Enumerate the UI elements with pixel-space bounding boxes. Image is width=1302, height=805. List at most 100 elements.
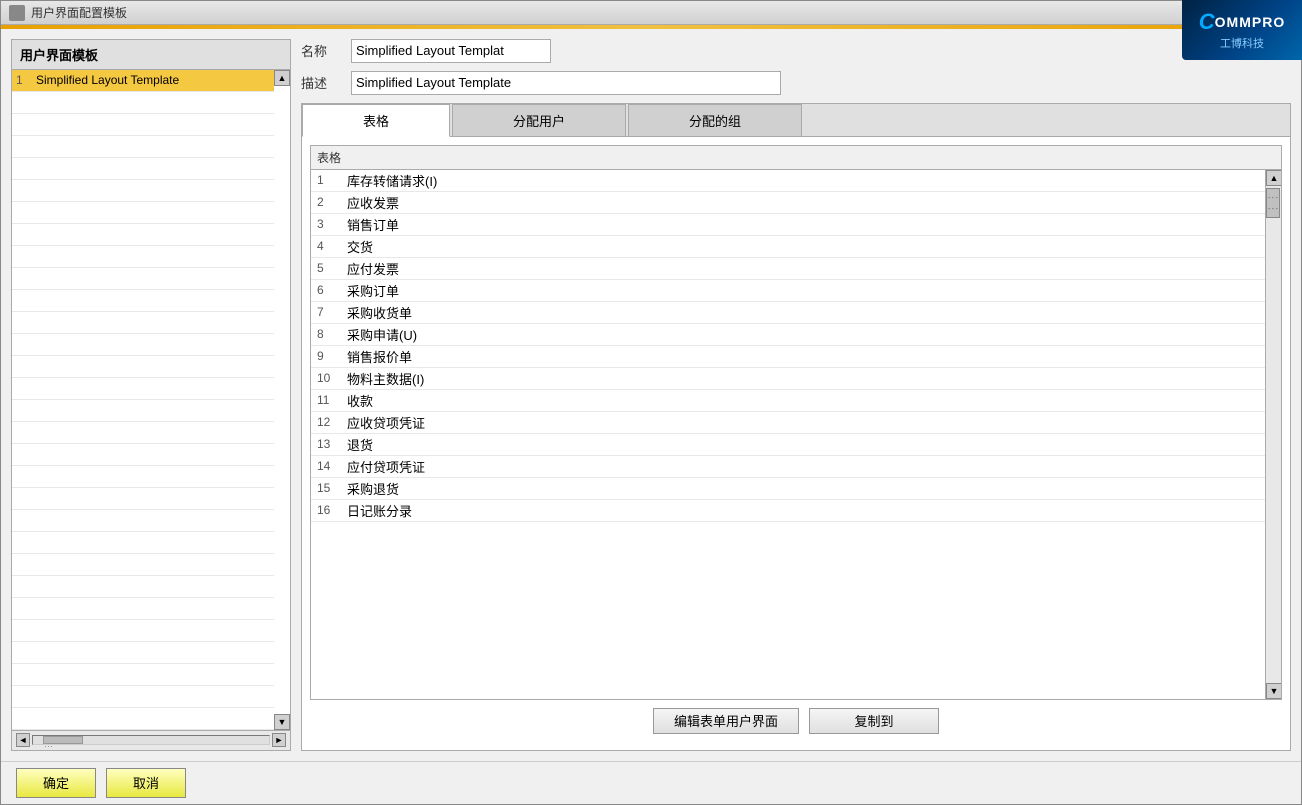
table-scroll-down[interactable]: ▼	[1266, 683, 1281, 699]
list-item[interactable]	[12, 510, 274, 532]
list-item[interactable]	[12, 598, 274, 620]
table-row[interactable]: 9 销售报价单	[311, 346, 1265, 368]
bottom-bar: 确定 取消	[1, 761, 1301, 804]
tab-fenpei-yonghu[interactable]: 分配用户	[452, 104, 626, 136]
table-scroll-track: ⋮⋮	[1266, 186, 1281, 683]
list-item[interactable]	[12, 114, 274, 136]
list-item[interactable]	[12, 444, 274, 466]
tab-bar: 表格 分配用户 分配的组	[302, 104, 1290, 137]
list-item[interactable]	[12, 422, 274, 444]
table-scroll-thumb[interactable]: ⋮⋮	[1266, 188, 1280, 218]
name-row: 名称	[301, 39, 1291, 63]
left-panel: 用户界面模板 ▲ 1 Simplified Layout Template	[11, 39, 291, 751]
logo-sub: 工博科技	[1220, 35, 1264, 51]
confirm-button[interactable]: 确定	[16, 768, 96, 798]
left-scroll-down[interactable]: ▼	[274, 714, 290, 730]
window-title: 用户界面配置模板	[31, 4, 127, 21]
left-panel-content: ▲ 1 Simplified Layout Template	[12, 70, 290, 730]
list-item[interactable]	[12, 334, 274, 356]
left-scroll-left[interactable]: ◄	[16, 733, 30, 747]
table-row[interactable]: 7 采购收货单	[311, 302, 1265, 324]
table-row[interactable]: 15 采购退货	[311, 478, 1265, 500]
table-row[interactable]: 13 退货	[311, 434, 1265, 456]
list-item[interactable]	[12, 708, 274, 730]
scroll-dots: ···	[44, 741, 53, 751]
title-bar-left: 用户界面配置模板	[9, 4, 127, 21]
table-body-container: 1 库存转储请求(I) 2 应收发票 3 销售订单	[311, 170, 1281, 699]
list-item[interactable]	[12, 378, 274, 400]
left-scrollbar-track: ···	[32, 735, 270, 745]
table-row[interactable]: 11 收款	[311, 390, 1265, 412]
table-header-cell: 表格	[317, 149, 341, 166]
list-item[interactable]	[12, 224, 274, 246]
table-row[interactable]: 5 应付发票	[311, 258, 1265, 280]
list-item[interactable]	[12, 92, 274, 114]
table-row[interactable]: 10 物料主数据(I)	[311, 368, 1265, 390]
left-panel-header: 用户界面模板	[12, 40, 290, 70]
table-row[interactable]: 16 日记账分录	[311, 500, 1265, 522]
copy-to-button[interactable]: 复制到	[809, 708, 939, 734]
table-header: 表格	[311, 146, 1281, 170]
list-item[interactable]	[12, 686, 274, 708]
table-row[interactable]: 2 应收发票	[311, 192, 1265, 214]
list-item[interactable]	[12, 400, 274, 422]
desc-label: 描述	[301, 73, 341, 92]
list-item[interactable]	[12, 576, 274, 598]
list-item[interactable]	[12, 136, 274, 158]
tab-content-biaoge: 表格 1 库存转储请求(I) 2 应收发票	[302, 137, 1290, 750]
list-item[interactable]	[12, 268, 274, 290]
right-panel: 名称 描述 表格 分配用户 分配的组	[301, 39, 1291, 751]
table-scrollbar: ▲ ⋮⋮ ▼	[1265, 170, 1281, 699]
edit-form-button[interactable]: 编辑表单用户界面	[653, 708, 799, 734]
name-label: 名称	[301, 41, 341, 60]
left-list: 1 Simplified Layout Template	[12, 70, 290, 730]
list-item[interactable]	[12, 356, 274, 378]
list-item[interactable]	[12, 158, 274, 180]
table-row[interactable]: 14 应付贷项凭证	[311, 456, 1265, 478]
list-item[interactable]	[12, 488, 274, 510]
list-item[interactable]	[12, 532, 274, 554]
table-row[interactable]: 3 销售订单	[311, 214, 1265, 236]
table-row[interactable]: 8 采购申请(U)	[311, 324, 1265, 346]
list-item[interactable]	[12, 642, 274, 664]
list-item[interactable]	[12, 180, 274, 202]
table-body[interactable]: 1 库存转储请求(I) 2 应收发票 3 销售订单	[311, 170, 1265, 699]
table-row[interactable]: 1 库存转储请求(I)	[311, 170, 1265, 192]
main-window: 用户界面配置模板 _ □ ✕ C OMMPRO 工博科技 用户界面模板 ▲ 1	[0, 0, 1302, 805]
cancel-button[interactable]: 取消	[106, 768, 186, 798]
left-scroll-up[interactable]: ▲	[274, 70, 290, 86]
app-icon	[9, 5, 25, 21]
table-scroll-up[interactable]: ▲	[1266, 170, 1281, 186]
tab-actions: 编辑表单用户界面 复制到	[310, 700, 1282, 742]
table-row[interactable]: 4 交货	[311, 236, 1265, 258]
logo-container: C OMMPRO	[1199, 9, 1285, 35]
logo-text: OMMPRO	[1215, 14, 1286, 30]
title-bar: 用户界面配置模板 _ □ ✕	[1, 1, 1301, 25]
desc-input[interactable]	[351, 71, 781, 95]
list-item[interactable]	[12, 554, 274, 576]
logo-c: C	[1199, 9, 1215, 35]
list-item[interactable]	[12, 620, 274, 642]
item-number: 1	[16, 73, 36, 87]
item-label: Simplified Layout Template	[36, 73, 179, 87]
grip-icon: ⋮⋮	[1267, 192, 1280, 214]
list-item[interactable]	[12, 664, 274, 686]
left-scrollbar-thumb[interactable]: ···	[43, 736, 83, 744]
table-row[interactable]: 6 采购订单	[311, 280, 1265, 302]
main-table: 表格 1 库存转储请求(I) 2 应收发票	[310, 145, 1282, 700]
table-row[interactable]: 12 应收贷项凭证	[311, 412, 1265, 434]
desc-row: 描述	[301, 71, 1291, 95]
name-input[interactable]	[351, 39, 551, 63]
tab-container: 表格 分配用户 分配的组 表格	[301, 103, 1291, 751]
tab-fenpei-zu[interactable]: 分配的组	[628, 104, 802, 136]
list-item[interactable]	[12, 246, 274, 268]
tab-biaoge[interactable]: 表格	[302, 104, 450, 137]
list-item[interactable]	[12, 466, 274, 488]
left-scroll-right[interactable]: ►	[272, 733, 286, 747]
list-item[interactable]	[12, 290, 274, 312]
list-item[interactable]	[12, 312, 274, 334]
logo-area: C OMMPRO 工博科技	[1182, 0, 1302, 60]
left-panel-footer: ◄ ··· ►	[12, 730, 290, 750]
list-item[interactable]	[12, 202, 274, 224]
list-item[interactable]: 1 Simplified Layout Template	[12, 70, 274, 92]
